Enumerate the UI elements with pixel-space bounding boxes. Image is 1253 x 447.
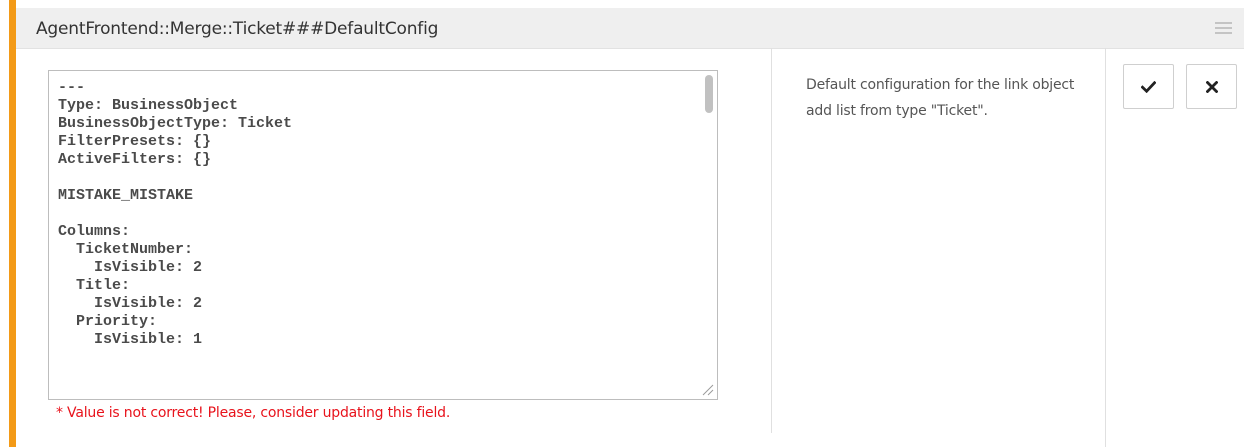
checkmark-icon: [1141, 80, 1156, 93]
config-textarea[interactable]: --- Type: BusinessObject BusinessObjectT…: [48, 70, 718, 400]
modified-accent-bar: [9, 0, 16, 447]
textarea-scrollbar[interactable]: [705, 75, 713, 113]
save-button[interactable]: [1123, 64, 1174, 109]
setting-header: AgentFrontend::Merge::Ticket###DefaultCo…: [16, 8, 1244, 49]
setting-description: Default configuration for the link objec…: [806, 77, 1075, 119]
setting-widget: AgentFrontend::Merge::Ticket###DefaultCo…: [0, 0, 1253, 447]
cancel-button[interactable]: [1186, 64, 1237, 109]
hamburger-menu-icon[interactable]: [1215, 22, 1232, 35]
validation-error: * Value is not correct! Please, consider…: [56, 405, 451, 421]
config-code[interactable]: --- Type: BusinessObject BusinessObjectT…: [58, 79, 292, 349]
resize-handle-icon[interactable]: [700, 382, 714, 396]
setting-title: AgentFrontend::Merge::Ticket###DefaultCo…: [36, 19, 439, 39]
column-divider: [1105, 48, 1106, 447]
column-divider: [771, 48, 772, 433]
close-icon: [1205, 80, 1218, 93]
